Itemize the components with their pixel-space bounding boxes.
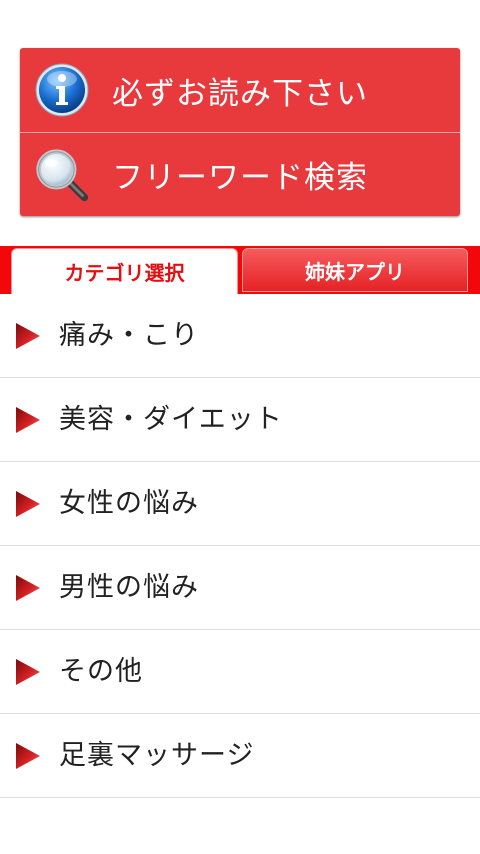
play-arrow-icon [16,407,40,433]
magnifier-icon [34,147,90,203]
list-item-label: 足裏マッサージ [59,740,255,771]
list-item-label: 痛み・こり [59,320,199,351]
read-first-label: 必ずお読み下さい [112,75,368,112]
list-item-foot-massage[interactable]: 足裏マッサージ [0,714,480,798]
list-item-mens-concerns[interactable]: 男性の悩み [0,546,480,630]
play-arrow-icon [16,323,40,349]
list-item-label: 美容・ダイエット [59,404,283,435]
play-arrow-icon [16,659,40,685]
tab-bar: カテゴリ選択 姉妹アプリ [0,246,480,294]
top-menu-card: 必ずお読み下さい フリーワード検索 [20,48,460,216]
info-icon [34,62,90,118]
free-word-search-label: フリーワード検索 [112,160,368,196]
tab-category-select[interactable]: カテゴリ選択 [11,248,238,294]
play-arrow-icon [16,575,40,601]
list-item-beauty-diet[interactable]: 美容・ダイエット [0,378,480,462]
list-item-label: 男性の悩み [59,572,199,603]
tab-sister-apps[interactable]: 姉妹アプリ [242,248,468,292]
list-item-other[interactable]: その他 [0,630,480,714]
free-word-search-button[interactable]: フリーワード検索 [20,133,460,216]
play-arrow-icon [16,743,40,769]
read-first-button[interactable]: 必ずお読み下さい [20,48,460,132]
list-item-label: その他 [59,656,143,687]
play-arrow-icon [16,491,40,517]
list-item-womens-concerns[interactable]: 女性の悩み [0,462,480,546]
category-list: 痛み・こり 美容・ダイエット 女性の悩み 男性の悩み その他 足裏マッサージ [0,294,480,798]
list-item-pain-stiffness[interactable]: 痛み・こり [0,294,480,378]
list-item-label: 女性の悩み [59,488,199,519]
